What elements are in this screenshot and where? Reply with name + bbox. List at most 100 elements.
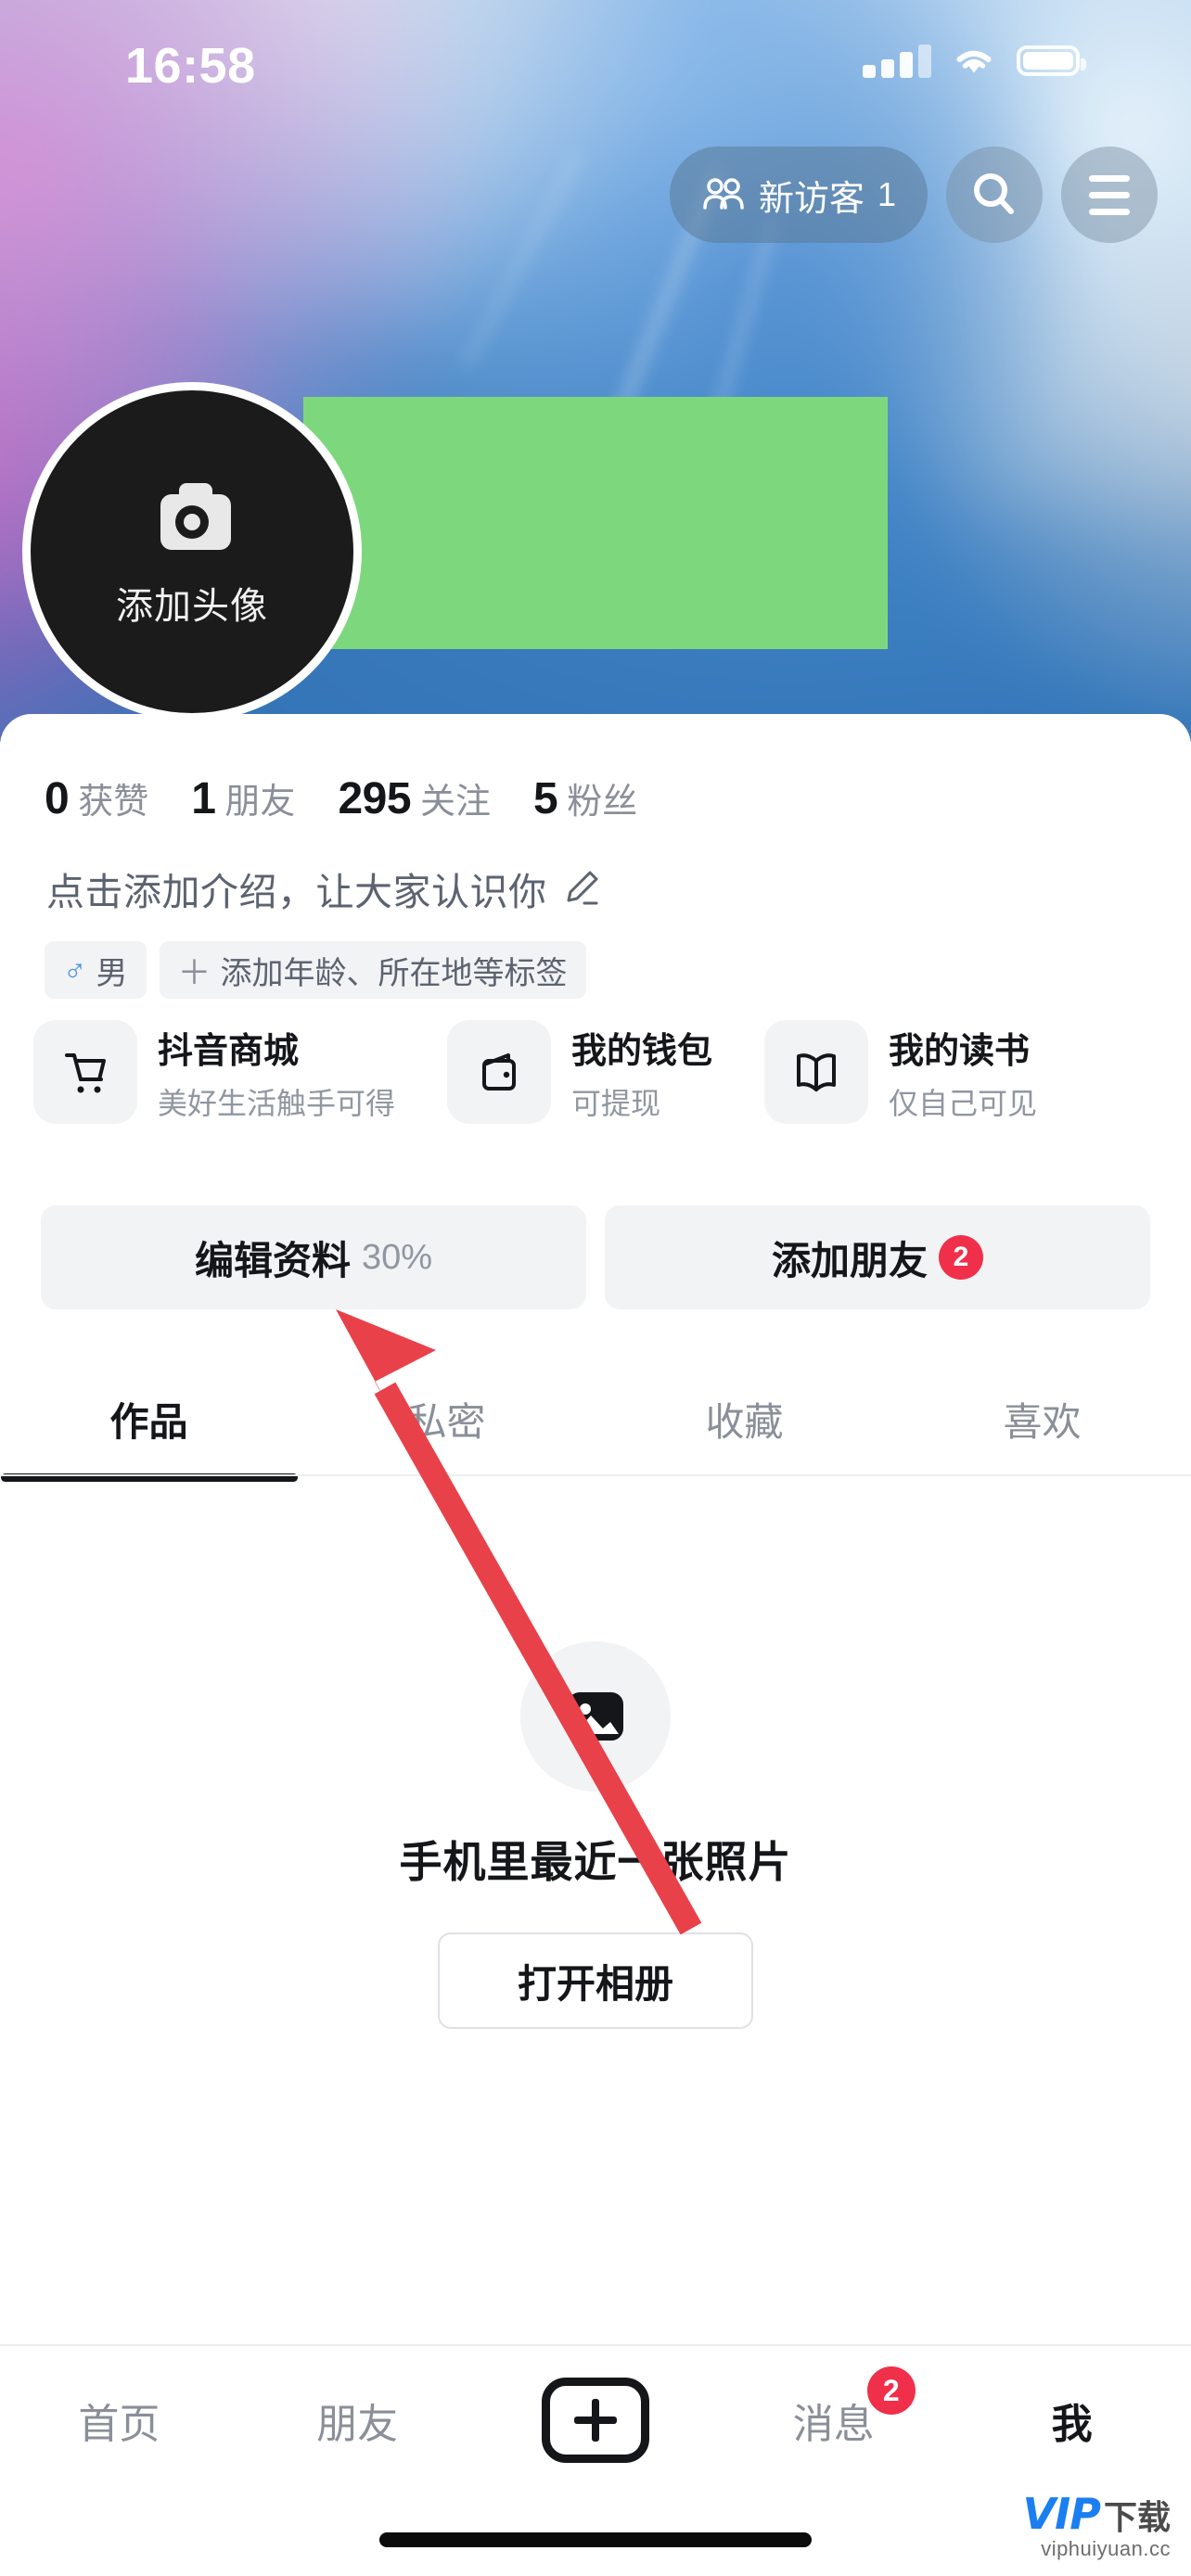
- add-friend-button[interactable]: 添加朋友 2: [605, 1205, 1150, 1309]
- service-card-title: 我的钱包: [571, 1031, 713, 1071]
- stat-label: 粉丝: [567, 783, 638, 822]
- battery-icon: [1017, 45, 1086, 76]
- tab-works[interactable]: 作品: [0, 1363, 298, 1474]
- tab-favorites[interactable]: 收藏: [596, 1363, 893, 1474]
- stat-label: 关注: [420, 783, 492, 822]
- shopping-cart-icon: [65, 1053, 106, 1093]
- image-placeholder-icon: [568, 1692, 623, 1741]
- plus-icon: ＋: [177, 953, 211, 991]
- service-card-title: 我的读书: [889, 1031, 1031, 1071]
- service-card-subtitle: 仅自己可见: [889, 1086, 1038, 1120]
- watermark-brand: VIP: [1022, 2489, 1101, 2539]
- tab-label: 喜欢: [1003, 1399, 1082, 1444]
- nav-item-me[interactable]: 我: [953, 2346, 1191, 2494]
- nav-item-create[interactable]: [477, 2346, 715, 2494]
- new-visitor-chip[interactable]: 新访客 1: [669, 147, 928, 243]
- tag-add-info-label: 添加年龄、所在地等标签: [220, 955, 568, 991]
- wifi-icon: [956, 50, 992, 73]
- service-card-title: 抖音商城: [158, 1031, 300, 1071]
- status-bar-indicators: [863, 43, 1086, 78]
- stat-value: 1: [191, 774, 216, 823]
- tab-label: 收藏: [705, 1399, 784, 1444]
- empty-state: 手机里最近一张照片 打开相册: [0, 1641, 1191, 2029]
- new-visitor-count: 1: [877, 175, 896, 213]
- service-card-text: 我的读书 仅自己可见: [889, 1022, 1037, 1123]
- profile-tags-row: ♂ 男 ＋ 添加年龄、所在地等标签: [45, 941, 586, 999]
- service-card-text: 我的钱包 可提现: [571, 1022, 712, 1123]
- people-icon: [703, 178, 744, 210]
- tab-divider: [0, 1474, 1191, 1476]
- empty-state-text: 手机里最近一张照片: [399, 1838, 792, 1886]
- service-card-wallet[interactable]: 我的钱包 可提现: [447, 1020, 712, 1124]
- home-indicator: [379, 2532, 812, 2547]
- bottom-navigation-bar: 首页 朋友 消息 2 我: [0, 2346, 1191, 2494]
- cellular-signal-icon: [863, 43, 931, 78]
- status-bar: 16:58: [0, 0, 1191, 121]
- male-gender-icon: ♂: [63, 951, 87, 988]
- watermark-brand-row: VIP 下载: [1023, 2493, 1171, 2535]
- nav-label: 我: [1051, 2402, 1093, 2447]
- service-cards-row: 抖音商城 美好生活触手可得 我的钱包 可提现 我的读书 仅自己可见: [33, 1020, 1089, 1124]
- add-friend-label: 添加朋友: [771, 1238, 928, 1282]
- stat-value: 0: [45, 774, 70, 823]
- nav-label: 首页: [78, 2402, 160, 2447]
- stat-likes[interactable]: 0 获赞: [45, 772, 148, 824]
- stat-value: 295: [338, 774, 412, 823]
- service-card-subtitle: 美好生活触手可得: [158, 1086, 396, 1120]
- menu-button[interactable]: [1061, 147, 1158, 243]
- messages-badge: 2: [866, 2366, 916, 2415]
- stat-label: 朋友: [224, 783, 296, 822]
- stat-following[interactable]: 295 关注: [338, 772, 491, 824]
- tag-gender[interactable]: ♂ 男: [45, 941, 147, 999]
- avatar[interactable]: 添加头像: [22, 382, 362, 721]
- nav-label: 朋友: [316, 2402, 399, 2447]
- book-icon-wrap: [764, 1020, 869, 1124]
- nav-label: 消息: [792, 2402, 875, 2447]
- bio-row[interactable]: 点击添加介绍，让大家认识你: [46, 861, 601, 916]
- bio-placeholder-text: 点击添加介绍，让大家认识你: [46, 871, 547, 913]
- stat-followers[interactable]: 5 粉丝: [533, 772, 637, 824]
- watermark-brand-cn: 下载: [1103, 2498, 1171, 2536]
- book-icon: [797, 1053, 837, 1091]
- profile-action-buttons: 编辑资料 30% 添加朋友 2: [41, 1205, 1150, 1309]
- add-avatar-label: 添加头像: [116, 586, 268, 627]
- watermark: VIP 下载 viphuiyuan.cc: [1023, 2493, 1171, 2559]
- wallet-icon-wrap: [447, 1020, 552, 1124]
- service-card-mall[interactable]: 抖音商城 美好生活触手可得: [33, 1020, 395, 1124]
- new-visitor-label: 新访客: [758, 179, 864, 219]
- image-placeholder-icon-wrap: [520, 1641, 671, 1792]
- service-card-text: 抖音商城 美好生活触手可得: [158, 1022, 395, 1123]
- pencil-icon: [567, 871, 597, 905]
- shopping-cart-icon-wrap: [33, 1020, 137, 1124]
- open-album-button[interactable]: 打开相册: [438, 1932, 753, 2029]
- stat-label: 获赞: [78, 783, 149, 822]
- redaction-block: [303, 397, 888, 649]
- tab-private[interactable]: 私密: [298, 1363, 596, 1474]
- tag-add-info[interactable]: ＋ 添加年龄、所在地等标签: [159, 941, 586, 999]
- search-button[interactable]: [946, 147, 1043, 243]
- edit-profile-button[interactable]: 编辑资料 30%: [41, 1205, 586, 1309]
- nav-item-messages[interactable]: 消息 2: [714, 2346, 953, 2494]
- plus-create-icon[interactable]: [541, 2378, 649, 2463]
- wallet-icon: [482, 1053, 517, 1090]
- open-album-label: 打开相册: [517, 1961, 673, 2006]
- add-friend-badge: 2: [939, 1235, 983, 1280]
- edit-profile-label: 编辑资料: [194, 1238, 351, 1282]
- tab-label: 作品: [109, 1399, 188, 1444]
- service-card-reading[interactable]: 我的读书 仅自己可见: [764, 1020, 1037, 1124]
- tag-gender-label: 男: [96, 955, 128, 991]
- nav-item-home[interactable]: 首页: [0, 2346, 238, 2494]
- tab-likes[interactable]: 喜欢: [893, 1363, 1191, 1474]
- profile-content-sheet: 0 获赞 1 朋友 295 关注 5 粉丝 点击添加介绍，让大家认识你 ♂ 男 …: [0, 714, 1191, 2576]
- profile-top-actions: 新访客 1: [669, 147, 1158, 243]
- avatar-container[interactable]: 添加头像: [22, 382, 362, 721]
- camera-icon: [160, 483, 231, 550]
- edit-profile-percent: 30%: [361, 1237, 433, 1277]
- watermark-url: viphuiyuan.cc: [1041, 2537, 1171, 2560]
- search-icon: [974, 173, 1014, 214]
- stat-value: 5: [533, 774, 558, 823]
- stat-friends[interactable]: 1 朋友: [191, 772, 295, 824]
- nav-item-friends[interactable]: 朋友: [238, 2346, 477, 2494]
- tab-label: 私密: [407, 1399, 486, 1444]
- service-card-subtitle: 可提现: [571, 1086, 661, 1120]
